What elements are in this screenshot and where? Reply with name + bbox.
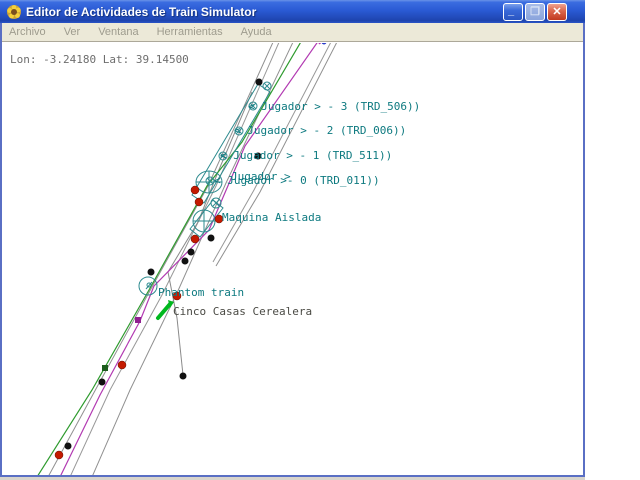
- track-line-gray-1: [48, 43, 274, 475]
- minimize-button[interactable]: _: [503, 3, 523, 21]
- train-marker-jugador0[interactable]: [206, 177, 214, 185]
- black-node-dot[interactable]: [180, 373, 187, 380]
- label-jugador1[interactable]: < Jugador > - 1 (TRD_511)): [220, 149, 392, 162]
- screen: Editor de Actividades de Train Simulator…: [0, 0, 640, 480]
- maximize-icon: ❐: [530, 6, 540, 18]
- label-jugador2[interactable]: < Jugador > - 2 (TRD_006)): [234, 124, 406, 137]
- label-maquina-aislada[interactable]: Maquina Aislada: [222, 211, 321, 224]
- app-window: Editor de Actividades de Train Simulator…: [0, 0, 585, 477]
- black-node-dot[interactable]: [182, 258, 189, 265]
- blue-node-dot[interactable]: [322, 43, 327, 45]
- black-node-dot[interactable]: [208, 235, 215, 242]
- route-map-canvas[interactable]: Lon: -3.24180 Lat: 39.14500: [2, 43, 583, 475]
- black-node-dot[interactable]: [188, 249, 195, 256]
- label-jugador0-overlap: Jugador >: [231, 170, 291, 183]
- red-wagon-dot[interactable]: [191, 235, 199, 243]
- menu-ayuda[interactable]: Ayuda: [241, 24, 281, 40]
- red-wagon-dot[interactable]: [195, 198, 203, 206]
- black-node-dot[interactable]: [148, 269, 155, 276]
- black-node-dot[interactable]: [256, 79, 263, 86]
- app-icon: [6, 4, 22, 20]
- coordinates-readout: Lon: -3.24180 Lat: 39.14500: [10, 53, 189, 66]
- close-button[interactable]: ✕: [547, 3, 567, 21]
- window-title: Editor de Actividades de Train Simulator: [26, 5, 256, 19]
- maximize-button[interactable]: ❐: [525, 3, 545, 21]
- label-station-cinco-casas[interactable]: Cinco Casas Cerealera: [173, 305, 312, 318]
- train-marker-consist-top[interactable]: [263, 82, 271, 90]
- red-wagon-dot[interactable]: [118, 361, 126, 369]
- window-controls: _ ❐ ✕: [503, 3, 567, 21]
- label-jugador3[interactable]: < Jugador > - 3 (TRD_506)): [248, 100, 420, 113]
- black-node-dot[interactable]: [99, 379, 106, 386]
- label-phantom-train[interactable]: Phantom train: [158, 286, 244, 299]
- close-icon: ✕: [552, 6, 561, 18]
- selection-circle-maquina[interactable]: [193, 210, 215, 232]
- red-wagon-dot[interactable]: [55, 451, 63, 459]
- menu-ver[interactable]: Ver: [64, 24, 90, 40]
- track-network: < Jugador > - 3 (TRD_506)) < Jugador > -…: [2, 43, 583, 475]
- black-node-dot[interactable]: [65, 443, 72, 450]
- minimize-icon: _: [504, 4, 522, 18]
- menubar: Archivo Ver Ventana Herramientas Ayuda: [2, 23, 583, 42]
- magenta-square-marker[interactable]: [135, 317, 141, 323]
- menu-ventana[interactable]: Ventana: [98, 24, 147, 40]
- green-square-marker[interactable]: [102, 365, 108, 371]
- red-wagon-dot[interactable]: [191, 186, 199, 194]
- menu-herramientas[interactable]: Herramientas: [157, 24, 232, 40]
- titlebar[interactable]: Editor de Actividades de Train Simulator…: [0, 0, 585, 23]
- menu-archivo[interactable]: Archivo: [9, 24, 55, 40]
